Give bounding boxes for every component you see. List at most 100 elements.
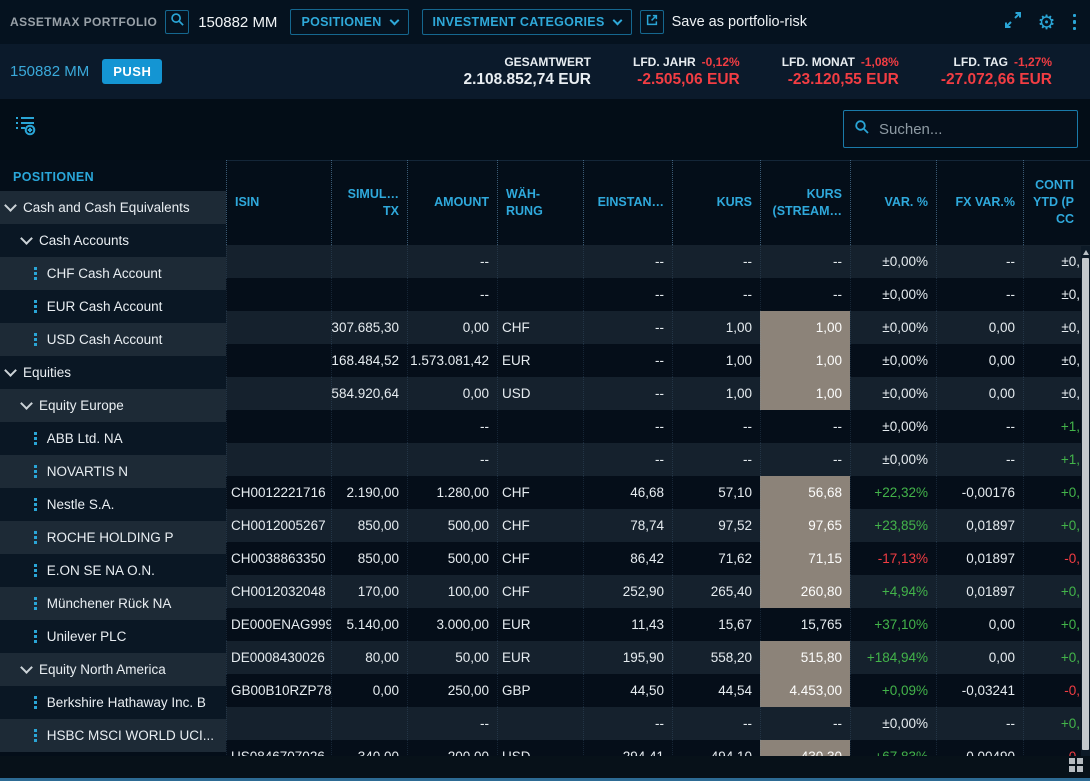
gear-icon[interactable]: ⚙ [1038, 12, 1056, 32]
tree-item[interactable]: EUR Cash Account [0, 290, 226, 323]
cell-kurs: -- [672, 278, 760, 311]
table-row[interactable]: --------±0,00%--+1, [226, 410, 1090, 443]
kebab-icon[interactable] [34, 729, 37, 742]
column-header-isin[interactable]: ISIN [226, 160, 331, 245]
cell-simul [331, 278, 407, 311]
scroll-up-arrow-icon[interactable] [1083, 250, 1089, 255]
column-header-fx_var_pct[interactable]: FX VAR.% [936, 160, 1023, 245]
cell-einstand: -- [583, 344, 672, 377]
table-row[interactable]: CH00122217162.190,001.280,00CHF46,6857,1… [226, 476, 1090, 509]
table-row[interactable]: -307.685,300,00CHF--1,001,00±0,00%0,00±0… [226, 311, 1090, 344]
kebab-icon[interactable] [34, 333, 37, 346]
external-link-button[interactable] [640, 10, 664, 34]
cell-contrib: +0, [1023, 575, 1090, 608]
cell-ccy: CHF [497, 311, 583, 344]
table-row[interactable]: --------±0,00%--+0, [226, 707, 1090, 740]
cell-var_pct: ±0,00% [850, 344, 936, 377]
kebab-icon[interactable] [34, 696, 37, 709]
table-row[interactable]: DE000843002680,0050,00EUR195,90558,20515… [226, 641, 1090, 674]
kebab-icon[interactable] [34, 300, 37, 313]
kebab-icon[interactable] [34, 267, 37, 280]
expand-icon[interactable] [1003, 10, 1023, 35]
tree-item[interactable]: E.ON SE NA O.N. [0, 554, 226, 587]
stat-value: -2.505,06 EUR [633, 71, 740, 89]
tree-item[interactable]: Equities [0, 356, 226, 389]
kebab-icon[interactable] [34, 432, 37, 445]
tree-item[interactable]: Berkshire Hathaway Inc. B [0, 686, 226, 719]
cell-fx_var_pct: 0,01897 [936, 542, 1023, 575]
kebab-icon[interactable] [34, 531, 37, 544]
tree-item-label: Unilever PLC [47, 629, 127, 644]
kebab-icon[interactable] [34, 630, 37, 643]
cell-kurs: 1,00 [672, 377, 760, 410]
column-header-var_pct[interactable]: VAR. % [850, 160, 936, 245]
scrollbar-thumb[interactable] [1082, 258, 1089, 750]
column-header-ccy[interactable]: WÄH- RUNG [497, 160, 583, 245]
tree-item[interactable]: ROCHE HOLDING P [0, 521, 226, 554]
tree-item[interactable]: Münchener Rück NA [0, 587, 226, 620]
tree-item[interactable]: HSBC MSCI WORLD UCI... [0, 719, 226, 752]
chevron-down-icon[interactable] [20, 397, 33, 410]
vertical-scrollbar[interactable] [1081, 246, 1090, 756]
tree-item[interactable]: USD Cash Account [0, 323, 226, 356]
tree-item-label: ROCHE HOLDING P [47, 530, 174, 545]
tree-item[interactable]: Nestle S.A. [0, 488, 226, 521]
column-header-contrib[interactable]: CONTI YTD (P CC [1023, 160, 1090, 245]
chevron-down-icon[interactable] [20, 661, 33, 674]
kebab-icon[interactable] [34, 498, 37, 511]
table-row[interactable]: -584.920,640,00USD--1,001,00±0,00%0,00±0… [226, 377, 1090, 410]
table-row[interactable]: --------±0,00%--±0, [226, 278, 1090, 311]
tree-item[interactable]: CHF Cash Account [0, 257, 226, 290]
summary-stats: GESAMTWERT2.108.852,74 EURLFD. JAHR-0,12… [463, 55, 1052, 89]
cell-contrib: ±0, [1023, 377, 1090, 410]
kebab-menu-icon[interactable] [1071, 12, 1079, 33]
table-row[interactable]: --------±0,00%--±0, [226, 245, 1090, 278]
search-input[interactable] [879, 121, 1059, 138]
column-header-simul[interactable]: SIMUL… TX [331, 160, 407, 245]
cell-isin: GB00B10RZP78 [226, 674, 331, 707]
chevron-down-icon[interactable] [4, 364, 17, 377]
cell-isin [226, 443, 331, 476]
tree-item[interactable]: Cash Accounts [0, 224, 226, 257]
add-to-list-icon[interactable] [13, 113, 37, 142]
tree-item[interactable]: Equity Europe [0, 389, 226, 422]
column-header-kurs_stream[interactable]: KURS (STREAM… [760, 160, 850, 245]
column-header-amount[interactable]: AMOUNT [407, 160, 497, 245]
kebab-icon[interactable] [34, 564, 37, 577]
table-row[interactable]: CH0012005267850,00500,00CHF78,7497,5297,… [226, 509, 1090, 542]
kebab-icon[interactable] [34, 597, 37, 610]
tree-item-label: Nestle S.A. [47, 497, 115, 512]
cell-einstand: 195,90 [583, 641, 672, 674]
tree-item[interactable]: ABB Ltd. NA [0, 422, 226, 455]
cell-kurs: 57,10 [672, 476, 760, 509]
table-row[interactable]: CH0012032048170,00100,00CHF252,90265,402… [226, 575, 1090, 608]
chevron-down-icon[interactable] [20, 232, 33, 245]
cell-amount: -- [407, 707, 497, 740]
table-row[interactable]: CH0038863350850,00500,00CHF86,4271,6271,… [226, 542, 1090, 575]
kebab-icon[interactable] [34, 465, 37, 478]
summary-stat: LFD. MONAT-1,08%-23.120,55 EUR [782, 55, 899, 89]
table-row[interactable]: DE000ENAG9995.140,003.000,00EUR11,4315,6… [226, 608, 1090, 641]
table-body: --------±0,00%--±0,--------±0,00%--±0,-3… [226, 245, 1090, 758]
cell-fx_var_pct: -- [936, 707, 1023, 740]
investment-categories-dropdown[interactable]: INVESTMENT CATEGORIES [422, 9, 632, 35]
horizontal-scroll-strip[interactable] [0, 756, 1090, 778]
positions-dropdown[interactable]: POSITIONEN [290, 9, 408, 35]
table-row[interactable]: GB00B10RZP780,00250,00GBP44,5044,544.453… [226, 674, 1090, 707]
column-header-kurs[interactable]: KURS [672, 160, 760, 245]
push-button[interactable]: PUSH [102, 59, 162, 84]
column-header-einstand[interactable]: EINSTAN… [583, 160, 672, 245]
table-row[interactable]: --------±0,00%--+1, [226, 443, 1090, 476]
cell-kurs: 265,40 [672, 575, 760, 608]
cell-contrib: +0, [1023, 707, 1090, 740]
tree-item[interactable]: NOVARTIS N [0, 455, 226, 488]
search-button[interactable] [165, 10, 189, 34]
grid-handle-icon[interactable] [1069, 758, 1084, 773]
tree-item[interactable]: Cash and Cash Equivalents [0, 191, 226, 224]
table-row[interactable]: -168.484,521.573.081,42EUR--1,001,00±0,0… [226, 344, 1090, 377]
tree-item[interactable]: Unilever PLC [0, 620, 226, 653]
chevron-down-icon[interactable] [4, 199, 17, 212]
cell-contrib: +0, [1023, 476, 1090, 509]
cell-fx_var_pct: 0,01897 [936, 509, 1023, 542]
tree-item[interactable]: Equity North America [0, 653, 226, 686]
